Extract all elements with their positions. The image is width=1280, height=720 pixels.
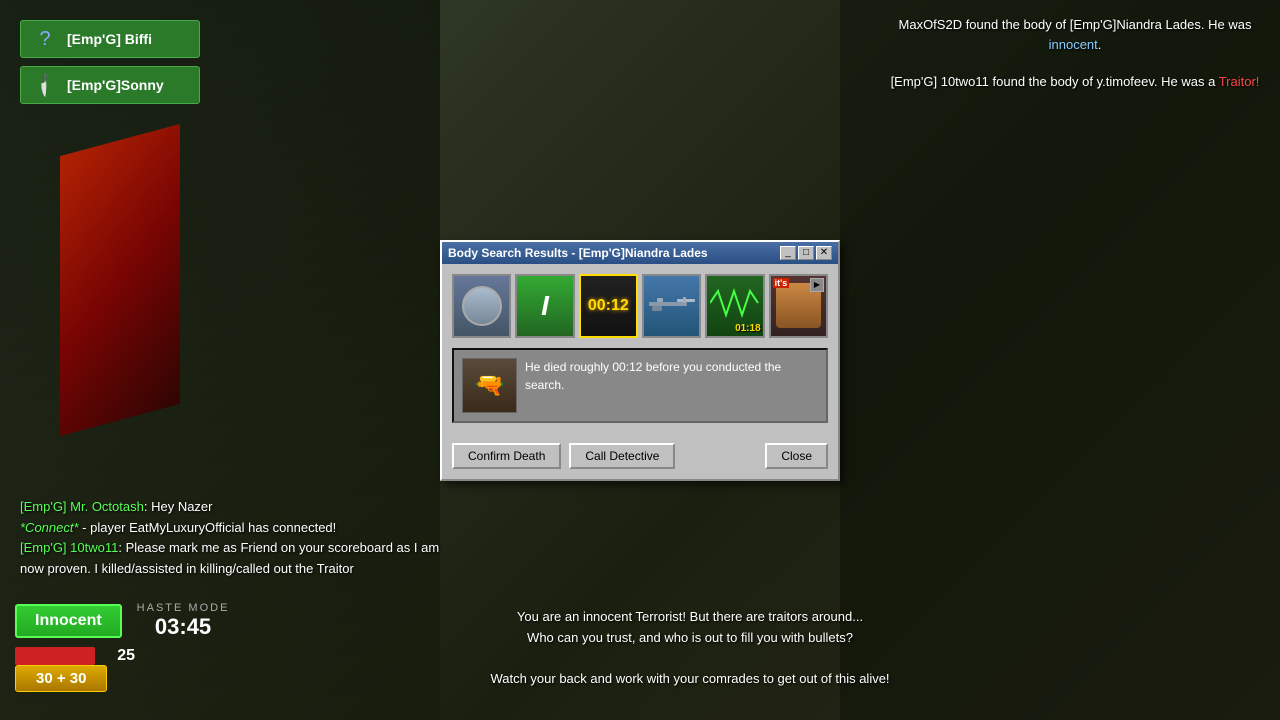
body-search-dialog: Body Search Results - [Emp'G]Niandra Lad… (440, 240, 840, 481)
evidence-green-i[interactable]: I (515, 274, 574, 338)
close-button[interactable]: Close (765, 443, 828, 469)
modal-titlebar: Body Search Results - [Emp'G]Niandra Lad… (442, 242, 838, 264)
evidence-timer[interactable]: 00:12 (579, 274, 638, 338)
call-detective-button[interactable]: Call Detective (569, 443, 675, 469)
evidence-person[interactable] (452, 274, 511, 338)
green-i-icon: I (541, 290, 549, 322)
rifle-icon (647, 294, 697, 317)
modal-overlay: Body Search Results - [Emp'G]Niandra Lad… (0, 0, 1280, 720)
modal-window-controls: _ □ ✕ (780, 246, 832, 260)
minimize-button[interactable]: _ (780, 246, 796, 260)
modal-buttons: Confirm Death Call Detective Close (442, 443, 838, 479)
evidence-row: I 00:12 (452, 274, 828, 338)
wave-container: 01:18 (710, 283, 760, 328)
its-badge: it's (773, 278, 790, 288)
close-window-button[interactable]: ✕ (816, 246, 832, 260)
modal-body: I 00:12 (442, 264, 838, 443)
play-button-icon[interactable]: ▶ (810, 278, 824, 292)
evidence-character[interactable]: it's ▶ (769, 274, 828, 338)
wave-time-label: 01:18 (735, 323, 761, 334)
evidence-rifle[interactable] (642, 274, 701, 338)
evidence-wave[interactable]: 01:18 (705, 274, 764, 338)
gun-icon: 🔫 (475, 371, 505, 400)
info-panel: 🔫 He died roughly 00:12 before you condu… (452, 348, 828, 423)
maximize-button[interactable]: □ (798, 246, 814, 260)
timer-display: 00:12 (588, 297, 629, 315)
modal-title: Body Search Results - [Emp'G]Niandra Lad… (448, 246, 708, 260)
info-text: He died roughly 00:12 before you conduct… (525, 358, 818, 413)
confirm-death-button[interactable]: Confirm Death (452, 443, 561, 469)
info-icon: 🔫 (462, 358, 517, 413)
face-circle-icon (462, 286, 502, 326)
close-button-area: Close (765, 443, 828, 469)
